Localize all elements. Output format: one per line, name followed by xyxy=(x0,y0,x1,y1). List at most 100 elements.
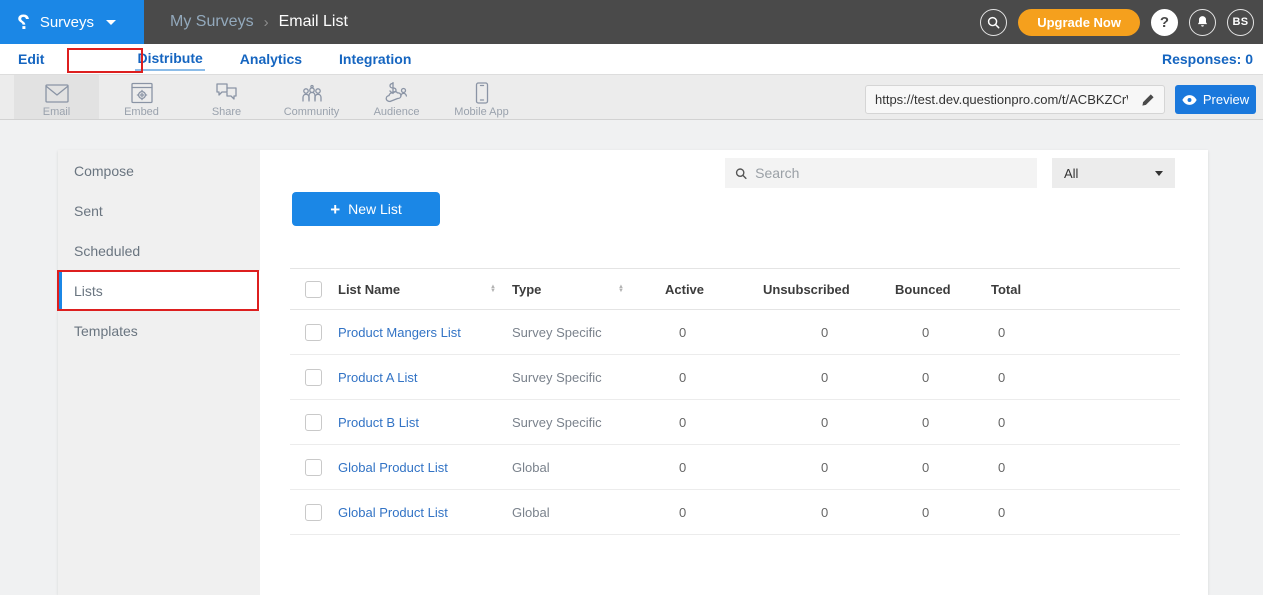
product-menu-label: Surveys xyxy=(40,14,94,31)
questionpro-logo-icon: ? xyxy=(17,12,30,33)
list-name-link[interactable]: Global Product List xyxy=(338,505,448,520)
tab-analytics[interactable]: Analytics xyxy=(238,48,304,70)
search-input[interactable] xyxy=(755,165,1027,181)
search-icon xyxy=(987,16,1000,29)
top-header-actions: Upgrade Now ? BS xyxy=(980,0,1254,44)
channel-toolbar: Email Embed Share Community xyxy=(0,74,1263,120)
active-count: 0 xyxy=(660,370,760,385)
embed-icon xyxy=(130,80,154,104)
active-count: 0 xyxy=(660,325,760,340)
channel-tabs: Email Embed Share Community xyxy=(14,75,524,119)
list-type: Global xyxy=(512,460,550,475)
table-row: Product B List Survey Specific 0 0 0 0 xyxy=(290,400,1180,445)
channel-tab-email[interactable]: Email xyxy=(14,75,99,119)
select-all-cell xyxy=(290,281,338,298)
list-name-link[interactable]: Global Product List xyxy=(338,460,448,475)
tab-integration[interactable]: Integration xyxy=(337,48,413,70)
active-count: 0 xyxy=(660,415,760,430)
total-count: 0 xyxy=(985,460,1180,475)
channel-label: Email xyxy=(43,106,71,118)
row-checkbox[interactable] xyxy=(305,324,322,341)
unsubscribed-count: 0 xyxy=(760,505,890,520)
edit-url-button[interactable] xyxy=(1132,86,1164,113)
product-menu[interactable]: ? Surveys xyxy=(0,0,144,44)
bell-icon xyxy=(1196,15,1209,29)
list-name-link[interactable]: Product Mangers List xyxy=(338,325,461,340)
new-list-label: New List xyxy=(348,201,402,217)
breadcrumb-current: Email List xyxy=(279,13,348,31)
mobile-app-icon xyxy=(475,80,489,104)
sort-icon[interactable]: ▲▼ xyxy=(490,285,496,293)
survey-url-group xyxy=(865,85,1165,114)
survey-url-input[interactable] xyxy=(866,86,1132,113)
channel-tab-mobile-app[interactable]: Mobile App xyxy=(439,75,524,119)
col-unsubscribed: Unsubscribed xyxy=(760,282,890,297)
new-list-button[interactable]: + New List xyxy=(292,192,440,226)
help-button[interactable]: ? xyxy=(1151,9,1178,36)
preview-label: Preview xyxy=(1203,92,1249,107)
table-row: Global Product List Global 0 0 0 0 xyxy=(290,445,1180,490)
list-name-link[interactable]: Product B List xyxy=(338,415,419,430)
row-checkbox[interactable] xyxy=(305,504,322,521)
sidebar-item-compose[interactable]: Compose xyxy=(58,151,260,191)
col-total: Total xyxy=(985,282,1180,297)
notifications-button[interactable] xyxy=(1189,9,1216,36)
channel-tab-embed[interactable]: Embed xyxy=(99,75,184,119)
breadcrumb: My Surveys › Email List xyxy=(170,13,348,31)
list-type: Survey Specific xyxy=(512,415,602,430)
total-count: 0 xyxy=(985,370,1180,385)
list-search xyxy=(725,158,1037,188)
channel-tab-audience[interactable]: Audience xyxy=(354,75,439,119)
table-row: Global Product List Global 0 0 0 0 xyxy=(290,490,1180,535)
tab-distribute[interactable]: Distribute xyxy=(135,47,204,71)
row-checkbox[interactable] xyxy=(305,369,322,386)
bounced-count: 0 xyxy=(890,505,985,520)
breadcrumb-separator-icon: › xyxy=(264,14,269,31)
list-name-link[interactable]: Product A List xyxy=(338,370,418,385)
table-row: Product A List Survey Specific 0 0 0 0 xyxy=(290,355,1180,400)
survey-nav: Edit Distribute Analytics Integration Re… xyxy=(0,44,1263,74)
preview-button[interactable]: Preview xyxy=(1175,85,1256,114)
sidebar-item-lists[interactable]: Lists xyxy=(58,271,260,311)
list-type: Survey Specific xyxy=(512,370,602,385)
active-count: 0 xyxy=(660,505,760,520)
sort-icon[interactable]: ▲▼ xyxy=(618,285,624,293)
table-header-row: List Name ▲▼ Type ▲▼ Active Unsubscribed… xyxy=(290,268,1180,310)
tab-edit[interactable]: Edit xyxy=(16,48,46,70)
col-header-label: Type xyxy=(512,282,541,297)
list-filter-dropdown[interactable]: All xyxy=(1052,158,1175,188)
chevron-down-icon xyxy=(1155,171,1163,176)
channel-tab-community[interactable]: Community xyxy=(269,75,354,119)
email-icon xyxy=(44,80,70,104)
bounced-count: 0 xyxy=(890,460,985,475)
responses-count[interactable]: Responses: 0 xyxy=(1162,51,1253,67)
row-checkbox[interactable] xyxy=(305,414,322,431)
select-all-checkbox[interactable] xyxy=(305,281,322,298)
list-type: Global xyxy=(512,505,550,520)
channel-label: Audience xyxy=(374,106,420,118)
active-count: 0 xyxy=(660,460,760,475)
row-checkbox[interactable] xyxy=(305,459,322,476)
table-row: Product Mangers List Survey Specific 0 0… xyxy=(290,310,1180,355)
sidebar-item-templates[interactable]: Templates xyxy=(58,311,260,351)
col-bounced: Bounced xyxy=(890,282,985,297)
channel-label: Community xyxy=(284,106,340,118)
share-icon xyxy=(214,80,239,104)
sidebar-item-scheduled[interactable]: Scheduled xyxy=(58,231,260,271)
channel-label: Share xyxy=(212,106,241,118)
breadcrumb-parent-link[interactable]: My Surveys xyxy=(170,13,254,31)
unsubscribed-count: 0 xyxy=(760,460,890,475)
search-icon xyxy=(735,167,747,180)
total-count: 0 xyxy=(985,415,1180,430)
lists-content: All + New List List Name ▲▼ Type ▲▼ xyxy=(260,150,1208,595)
top-header: ? Surveys My Surveys › Email List Upgrad… xyxy=(0,0,1263,44)
upgrade-now-button[interactable]: Upgrade Now xyxy=(1018,9,1140,36)
eye-icon xyxy=(1182,95,1197,105)
sidebar-item-sent[interactable]: Sent xyxy=(58,191,260,231)
channel-tab-share[interactable]: Share xyxy=(184,75,269,119)
total-count: 0 xyxy=(985,325,1180,340)
user-avatar[interactable]: BS xyxy=(1227,9,1254,36)
search-button[interactable] xyxy=(980,9,1007,36)
col-type: Type ▲▼ xyxy=(510,282,660,297)
bounced-count: 0 xyxy=(890,415,985,430)
